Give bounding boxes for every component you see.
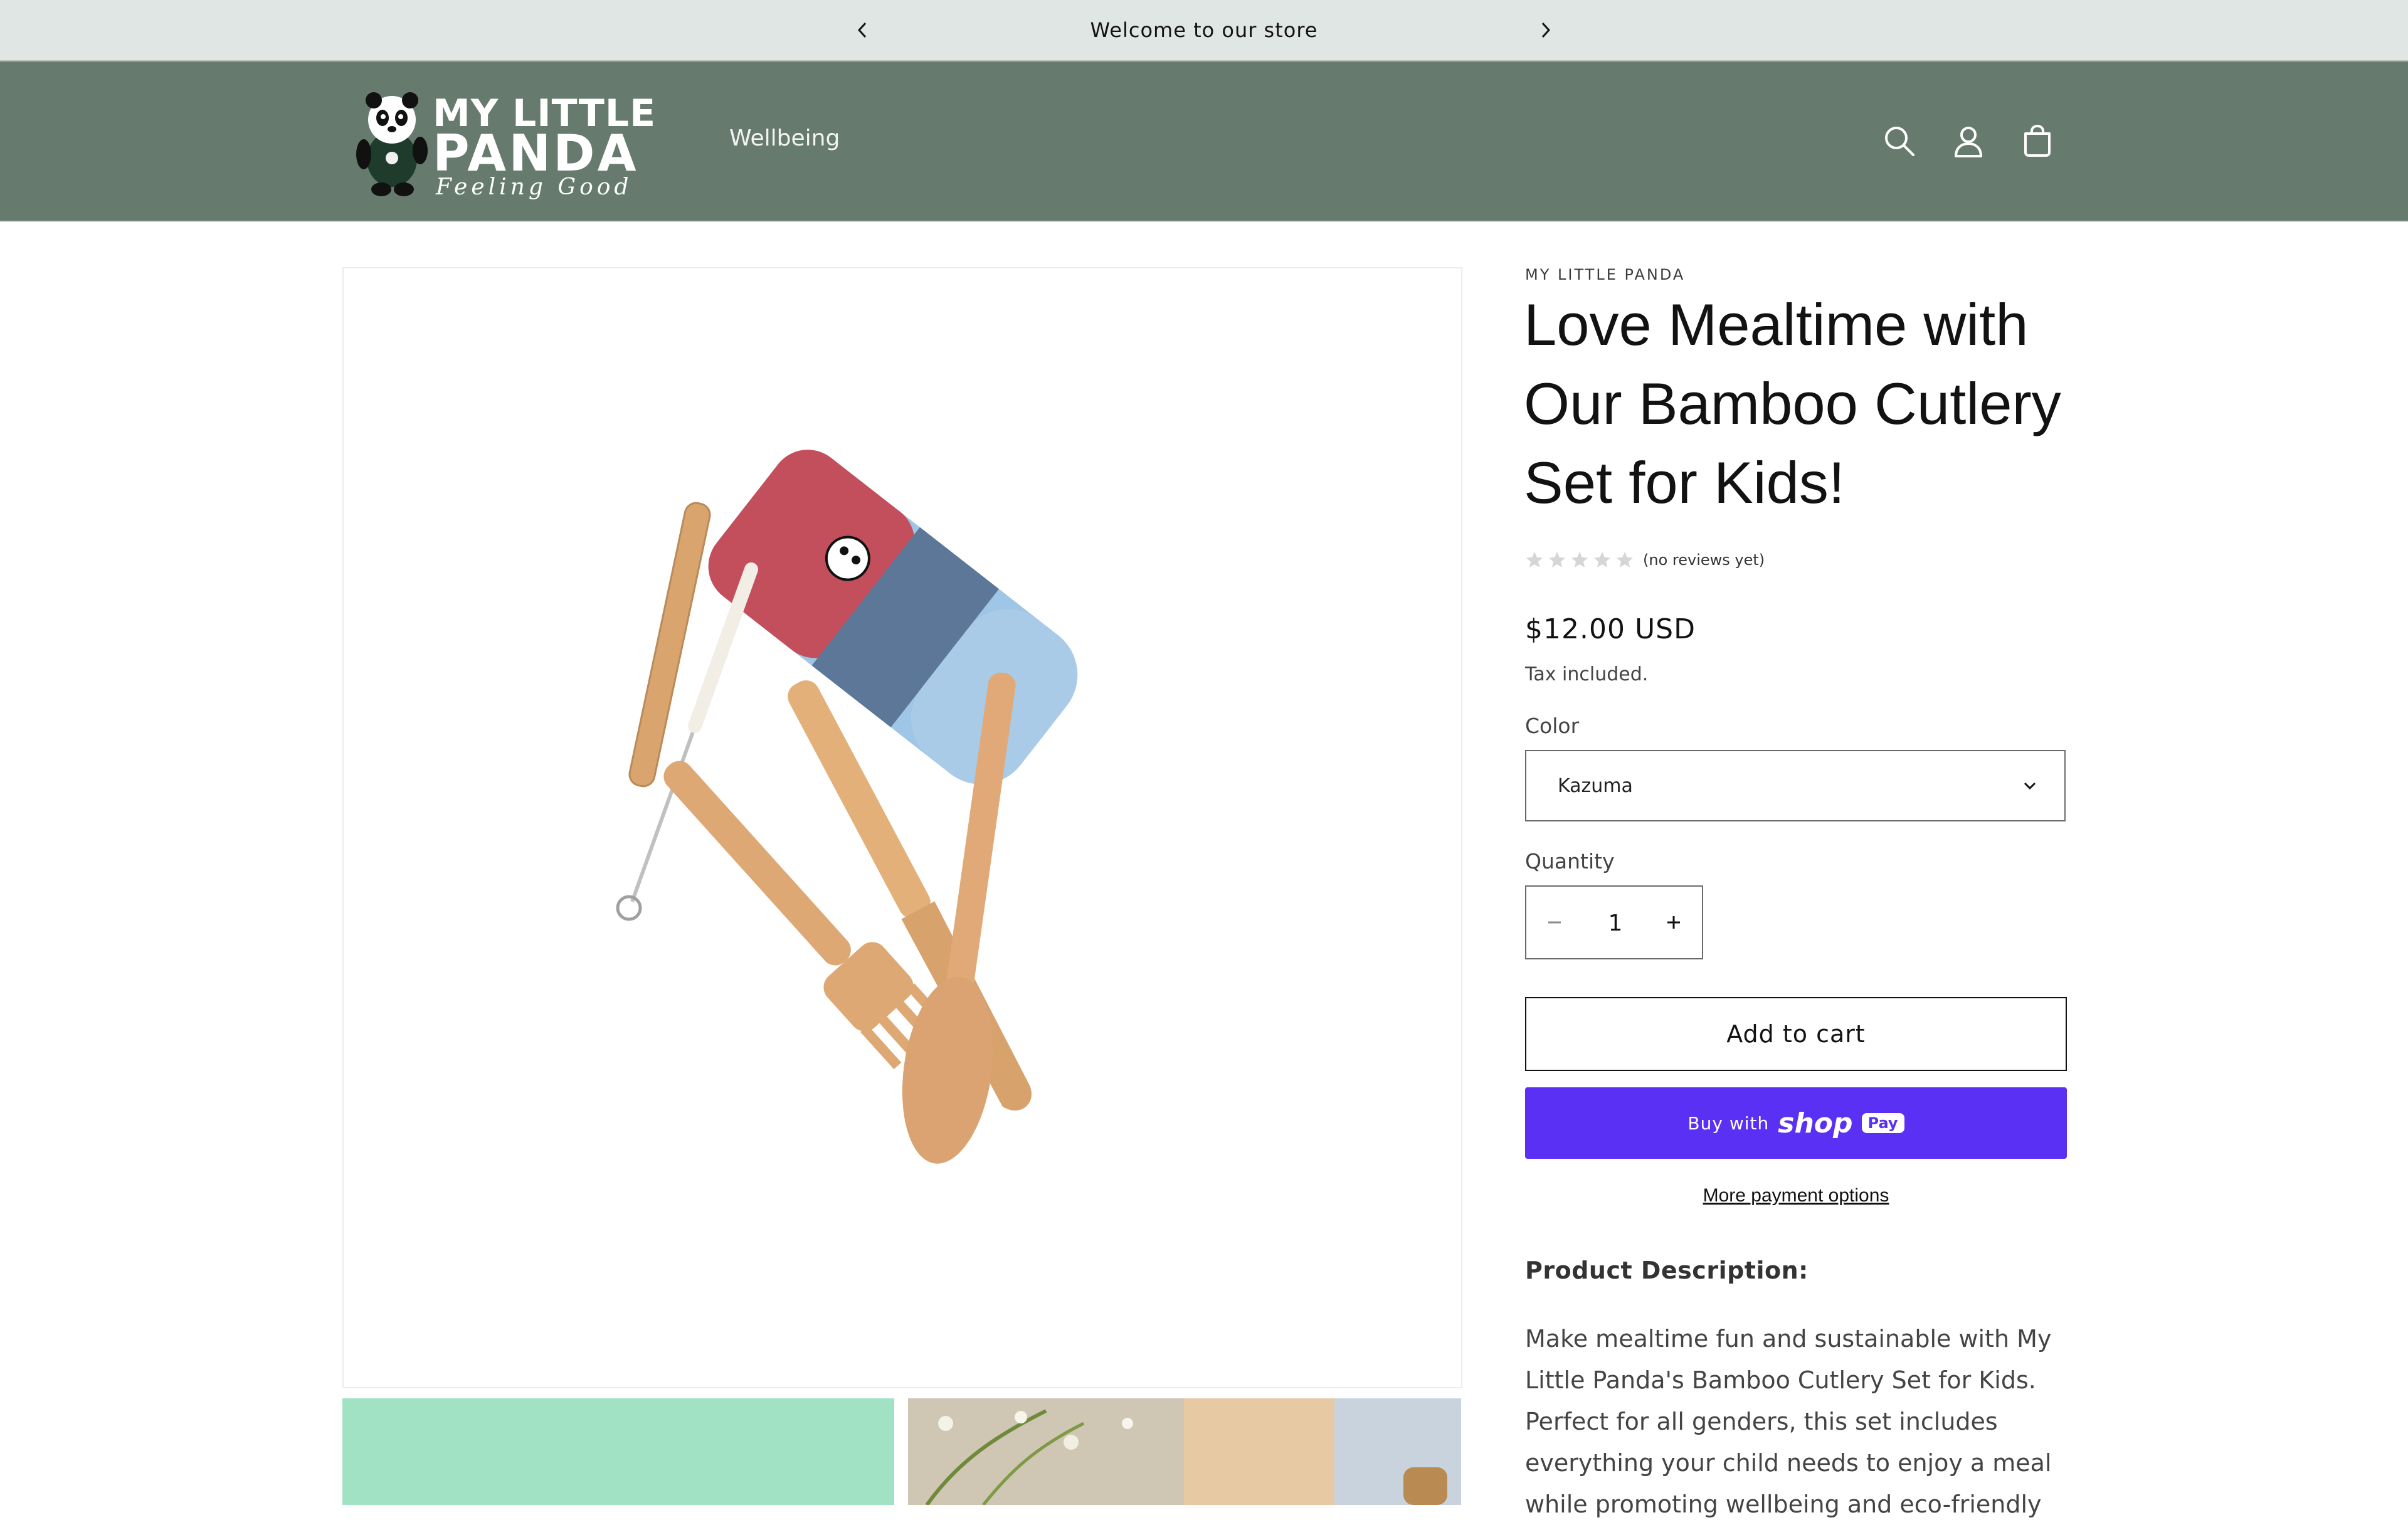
star-empty-icon <box>1549 552 1565 567</box>
add-to-cart-button[interactable]: Add to cart <box>1525 997 2067 1071</box>
product-price: $12.00 USD <box>1525 613 1696 645</box>
color-select[interactable]: Kazuma <box>1525 750 2066 821</box>
cart-button[interactable] <box>2015 119 2059 163</box>
announcement-bar: Welcome to our store <box>0 0 2408 61</box>
shop-pay-logo: shop <box>1778 1107 1853 1139</box>
rating-text: (no reviews yet) <box>1643 551 1765 569</box>
color-label: Color <box>1525 714 1580 738</box>
product-main-image[interactable] <box>342 267 1462 1388</box>
product-rating[interactable]: (no reviews yet) <box>1525 551 1765 569</box>
tax-note: Tax included. <box>1525 663 1649 685</box>
site-header: MY LITTLE PANDA Feeling Good Wellbeing <box>0 61 2408 222</box>
plus-icon <box>1667 916 1680 929</box>
announcement-prev-button[interactable] <box>844 11 882 49</box>
announcement-next-button[interactable] <box>1526 11 1564 49</box>
chevron-down-icon <box>2024 782 2036 790</box>
announcement-text: Welcome to our store <box>1090 18 1318 42</box>
quantity-input[interactable] <box>1583 887 1648 959</box>
account-icon <box>1955 127 1982 157</box>
more-payment-options-link[interactable]: More payment options <box>1525 1185 2067 1206</box>
cart-icon <box>2024 124 2051 157</box>
nav-link-wellbeing[interactable]: Wellbeing <box>729 125 840 151</box>
color-select-value: Kazuma <box>1558 774 1633 797</box>
star-empty-icon <box>1594 552 1610 567</box>
star-empty-icon <box>1526 552 1543 567</box>
description-text: Make mealtime fun and sustainable with M… <box>1525 1325 2052 1518</box>
product-title: Love Mealtime with Our Bamboo Cutlery Se… <box>1524 292 2061 515</box>
product-thumbnail-2[interactable] <box>908 1398 1461 1505</box>
quantity-increase-button[interactable] <box>1645 887 1702 958</box>
shop-pay-badge: Pay <box>1861 1113 1904 1133</box>
quantity-label: Quantity <box>1525 849 1615 873</box>
bamboo-cutlery-set-image <box>616 450 1078 1164</box>
chevron-left-icon <box>857 22 867 38</box>
search-button[interactable] <box>1877 119 1921 163</box>
product-thumbnail-1[interactable] <box>342 1398 894 1505</box>
bamboo-flowers-photo <box>908 1398 1461 1505</box>
star-empty-icon <box>1571 552 1588 567</box>
search-icon <box>1885 127 1914 156</box>
star-empty-icon <box>1617 552 1633 567</box>
quantity-decrease-button[interactable] <box>1526 887 1583 958</box>
panda-mascot-icon <box>356 92 428 196</box>
description-heading: Product Description: <box>1525 1257 1809 1284</box>
chevron-right-icon <box>1541 22 1551 38</box>
shop-pay-button[interactable]: Buy with shop Pay <box>1525 1087 2067 1159</box>
logo-tagline: Feeling Good <box>436 174 633 200</box>
account-button[interactable] <box>1946 119 1990 163</box>
store-logo[interactable]: MY LITTLE PANDA Feeling Good <box>351 80 655 206</box>
product-vendor: MY LITTLE PANDA <box>1525 266 1686 283</box>
shop-pay-prefix: Buy with <box>1687 1112 1770 1134</box>
quantity-stepper <box>1525 885 1703 959</box>
minus-icon <box>1548 921 1561 924</box>
